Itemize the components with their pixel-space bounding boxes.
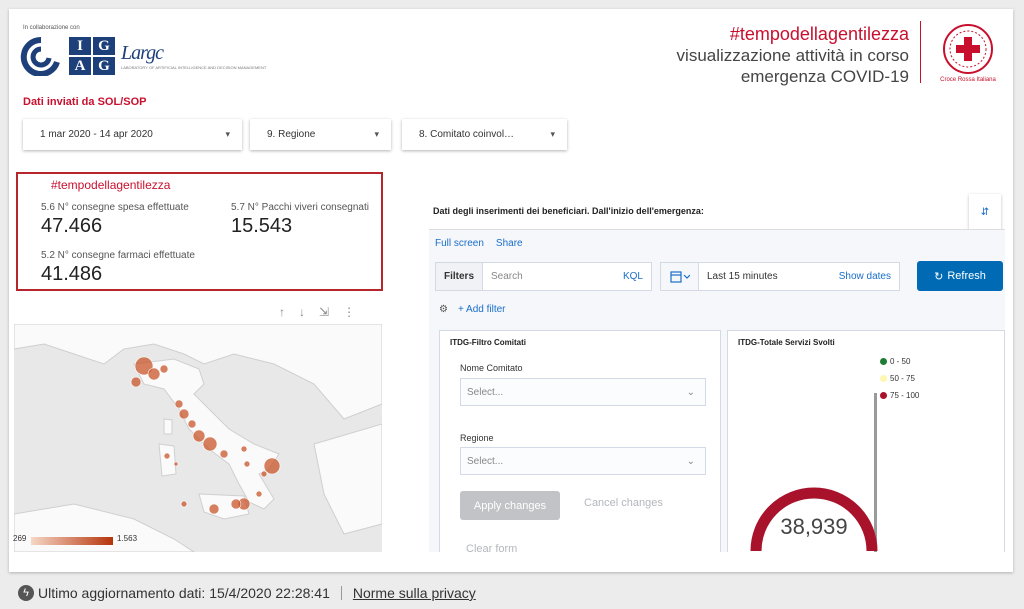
italy-map-icon xyxy=(14,324,382,552)
partner-logos: I G A G Largc LABORATORY OF ARTIFICIAL I… xyxy=(19,35,266,77)
org-name: Croce Rossa Italiana xyxy=(940,77,996,83)
date-range-label: 1 mar 2020 - 14 apr 2020 xyxy=(40,129,153,140)
largc-logo: Largc LABORATORY OF ARTIFICIAL INTELLIGE… xyxy=(121,42,267,70)
collaboration-label: In collaborazione con xyxy=(23,25,80,31)
map-toolbar: ↑ ↓ ⇲ ⋮ xyxy=(279,305,355,319)
legend-dot-icon xyxy=(880,358,887,365)
dropdown-arrow-icon: ▾ xyxy=(550,129,555,139)
more-options-icon[interactable]: ⋮ xyxy=(343,305,355,319)
refresh-label: Refresh xyxy=(947,270,986,282)
scroll-toggle-icon[interactable]: ⇵ xyxy=(969,194,1001,230)
legend-item: 75 - 100 xyxy=(880,391,919,400)
share-link[interactable]: Share xyxy=(496,238,523,249)
legend-min-label: 269 xyxy=(13,534,27,543)
subtitle-line-1: visualizzazione attività in corso xyxy=(676,46,909,65)
kpi-value: 41.486 xyxy=(41,263,103,285)
filters-label[interactable]: Filters xyxy=(436,263,484,290)
kpi-value: 15.543 xyxy=(231,215,293,237)
dropdown-arrow-icon: ▾ xyxy=(374,129,379,139)
lightning-icon: ϟ xyxy=(18,585,34,601)
kibana-embed-title: Dati degli inserimenti dei beneficiari. … xyxy=(433,206,704,216)
committee-filter[interactable]: 8. Comitato coinvol… ▾ xyxy=(402,119,567,150)
red-cross-icon xyxy=(943,24,993,74)
apply-changes-button[interactable]: Apply changes xyxy=(460,491,560,520)
refresh-button[interactable]: ↻ Refresh xyxy=(917,261,1003,291)
header-divider xyxy=(920,21,921,83)
date-range-filter[interactable]: 1 mar 2020 - 14 apr 2020 ▾ xyxy=(23,119,242,150)
kpi-scorecard: #tempodellagentilezza 5.6 N° consegne sp… xyxy=(16,172,383,291)
legend-item: 0 - 50 xyxy=(880,357,910,366)
color-legend-bar xyxy=(31,537,113,545)
sort-descending-icon[interactable]: ↓ xyxy=(299,305,305,319)
dropdown-arrow-icon: ▾ xyxy=(225,129,230,139)
chevron-down-icon: ⌄ xyxy=(686,455,695,467)
committee-filter-label: 8. Comitato coinvol… xyxy=(419,129,515,140)
chevron-down-icon: ⌄ xyxy=(686,386,695,398)
search-input[interactable]: Search xyxy=(483,271,623,282)
footer-divider xyxy=(340,586,342,600)
filter-row: ⚙ + Add filter xyxy=(439,304,506,315)
region-filter[interactable]: 9. Regione ▾ xyxy=(250,119,391,150)
total-services-panel: ITDG-Totale Servizi Svolti 0 - 50 50 - 7… xyxy=(727,330,1005,552)
kibana-query-bar: Filters Search KQL xyxy=(435,262,652,291)
panel-title: ITDG-Totale Servizi Svolti xyxy=(738,338,835,347)
legend-dot-icon xyxy=(880,375,887,382)
legend-label: 50 - 75 xyxy=(890,374,915,383)
export-chart-icon[interactable]: ⇲ xyxy=(319,305,329,319)
report-canvas: In collaborazione con I G A G Largc LABO… xyxy=(9,9,1013,572)
committee-select[interactable]: Select... ⌄ xyxy=(460,378,706,406)
kpi-label: 5.7 N° Pacchi viveri consegnati xyxy=(231,202,369,213)
region-select[interactable]: Select... ⌄ xyxy=(460,447,706,475)
select-placeholder: Select... xyxy=(467,455,504,467)
filter-committee-panel: ITDG-Filtro Comitati Nome Comitato Selec… xyxy=(439,330,721,552)
kibana-links: Full screen Share xyxy=(435,238,523,249)
croce-rossa-logo: Croce Rossa Italiana xyxy=(931,23,1005,85)
clear-form-button[interactable]: Clear form xyxy=(466,543,517,552)
last-update-text: Ultimo aggiornamento dati: 15/4/2020 22:… xyxy=(38,585,330,601)
calendar-icon[interactable] xyxy=(661,263,699,290)
legend-dot-icon xyxy=(880,392,887,399)
legend-label: 0 - 50 xyxy=(890,357,911,366)
report-header: #tempodellagentilezza visualizzazione at… xyxy=(677,23,909,87)
kibana-dashboard-embed: Full screen Share Filters Search KQL Las… xyxy=(429,229,1005,552)
cnr-logo xyxy=(19,36,63,76)
gauge-chart: 38,939 xyxy=(750,487,878,552)
section-title: Dati inviati da SOL/SOP xyxy=(23,96,147,108)
kpi-value: 47.466 xyxy=(41,215,103,237)
date-picker: Last 15 minutes Show dates xyxy=(660,262,900,291)
subtitle-line-2: emergenza COVID-19 xyxy=(740,67,909,86)
kpi-label: 5.2 N° consegne farmaci effettuate xyxy=(41,250,195,261)
cancel-changes-button[interactable]: Cancel changes xyxy=(584,497,663,509)
privacy-link[interactable]: Norme sulla privacy xyxy=(353,585,476,601)
legend-max-label: 1.563 xyxy=(117,534,138,543)
gear-icon[interactable]: ⚙ xyxy=(439,304,448,315)
panel-title: ITDG-Filtro Comitati xyxy=(450,338,526,347)
add-filter-link[interactable]: + Add filter xyxy=(458,304,506,315)
legend-label: 75 - 100 xyxy=(890,391,920,400)
iag-logo: I G A G xyxy=(69,37,115,75)
show-dates-link[interactable]: Show dates xyxy=(839,271,899,282)
sort-ascending-icon[interactable]: ↑ xyxy=(279,305,285,319)
field-label: Nome Comitato xyxy=(460,363,523,373)
kpi-title: #tempodellagentilezza xyxy=(51,178,171,192)
date-range-value[interactable]: Last 15 minutes xyxy=(699,271,839,282)
bubble-map[interactable] xyxy=(14,324,382,552)
refresh-icon: ↻ xyxy=(934,270,944,283)
full-screen-link[interactable]: Full screen xyxy=(435,238,484,249)
gauge-value: 38,939 xyxy=(780,514,847,539)
footer: ϟ Ultimo aggiornamento dati: 15/4/2020 2… xyxy=(18,585,476,601)
region-filter-label: 9. Regione xyxy=(267,129,316,140)
kql-toggle[interactable]: KQL xyxy=(623,271,651,282)
field-label: Regione xyxy=(460,433,494,443)
hashtag-title: #tempodellagentilezza xyxy=(729,24,909,44)
kpi-label: 5.6 N° consegne spesa effettuate xyxy=(41,202,189,213)
legend-item: 50 - 75 xyxy=(880,374,915,383)
select-placeholder: Select... xyxy=(467,386,504,398)
